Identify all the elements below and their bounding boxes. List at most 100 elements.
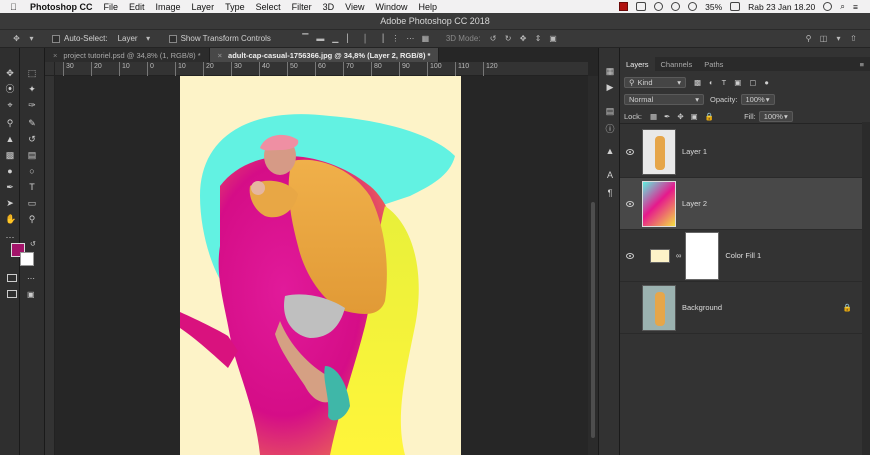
layer-row-layer-1[interactable]: Layer 1 — [620, 126, 862, 178]
marquee-tool-icon[interactable]: ⬚ — [27, 68, 37, 78]
3d-roll-icon[interactable]: ↻ — [504, 34, 513, 43]
menu-view[interactable]: View — [345, 2, 364, 12]
spotlight-icon[interactable]: ⌕ — [840, 1, 845, 12]
filter-toggle-icon[interactable]: ● — [764, 78, 769, 87]
lock-all-icon[interactable]: 🔒 — [705, 112, 714, 121]
menu-window[interactable]: Window — [375, 2, 407, 12]
menu-layer[interactable]: Layer — [192, 2, 215, 12]
layer-row-layer-2[interactable]: Layer 2 — [620, 178, 862, 230]
workspace-icon[interactable]: ◫ — [819, 34, 828, 43]
menu-help[interactable]: Help — [418, 2, 437, 12]
tab-adult-cap-casual[interactable]: × adult-cap-casual-1756366.jpg @ 34,8% (… — [209, 48, 440, 62]
battery-icon[interactable] — [730, 2, 741, 11]
layer-row-background[interactable]: Background 🔒 — [620, 282, 862, 334]
menu-image[interactable]: Image — [156, 2, 181, 12]
actions-panel-icon[interactable]: ▶ — [605, 82, 615, 92]
lock-position-icon[interactable]: ✥ — [677, 112, 683, 121]
eraser-tool-icon[interactable]: ▩ — [5, 150, 15, 160]
distribute-h-icon[interactable]: ⋯ — [406, 34, 415, 43]
blend-mode-dropdown[interactable]: Normal ▾ — [624, 94, 704, 105]
align-hcenter-icon[interactable]: │ — [361, 34, 370, 43]
3d-slide-icon[interactable]: ⇕ — [534, 34, 543, 43]
menu-file[interactable]: File — [104, 2, 119, 12]
chevron-down-icon[interactable]: ▾ — [834, 34, 843, 43]
tab-project-tutoriel[interactable]: × project tutoriel.psd @ 34,8% (1, RGB/8… — [45, 48, 210, 62]
smart-filter-icon[interactable]: ▢ — [749, 78, 756, 87]
align-bottom-icon[interactable]: ▁ — [331, 34, 340, 43]
frame-icon[interactable]: ▣ — [27, 290, 35, 299]
distribute-icon[interactable]: ⋮ — [391, 34, 400, 43]
shape-tool-icon[interactable]: ▭ — [27, 198, 37, 208]
tab-layers[interactable]: Layers — [620, 57, 655, 71]
layer-name[interactable]: Color Fill 1 — [725, 251, 761, 260]
close-icon[interactable]: × — [53, 51, 57, 60]
kind-filter-dropdown[interactable]: ⚲ Kind ▾ — [624, 77, 686, 88]
visibility-eye-icon[interactable] — [626, 148, 634, 155]
path-select-tool-icon[interactable]: ➤ — [5, 198, 15, 208]
fill-input[interactable]: 100% ▾ — [758, 111, 793, 122]
auto-align-icon[interactable]: ▦ — [421, 34, 430, 43]
history-panel-icon[interactable]: ▦ — [605, 66, 615, 76]
character-panel-icon[interactable]: A — [605, 170, 615, 180]
3d-orbit-icon[interactable]: ↺ — [489, 34, 498, 43]
close-icon[interactable]: × — [218, 51, 222, 60]
history-brush-tool-icon[interactable]: ↺ — [27, 134, 37, 144]
move-tool-preset-icon[interactable]: ✥ — [12, 34, 21, 43]
dropbox-icon[interactable] — [636, 2, 647, 11]
clock[interactable]: Rab 23 Jan 18.20 — [748, 2, 815, 12]
blur-tool-icon[interactable]: ● — [5, 166, 15, 176]
visibility-eye-icon[interactable] — [626, 200, 634, 207]
timemachine-icon[interactable] — [654, 2, 664, 11]
dodge-tool-icon[interactable]: ○ — [27, 166, 37, 176]
menu-edit[interactable]: Edit — [129, 2, 145, 12]
chevron-down-icon[interactable]: ▾ — [27, 34, 36, 43]
zoom-tool-icon[interactable]: ⚲ — [27, 214, 37, 224]
3d-scale-icon[interactable]: ▣ — [549, 34, 558, 43]
screen-mode-icon[interactable] — [7, 290, 17, 298]
show-transform-checkbox[interactable] — [168, 34, 177, 43]
tab-channels[interactable]: Channels — [655, 57, 699, 71]
search-icon[interactable]: ⚲ — [804, 34, 813, 43]
layer-name[interactable]: Background — [682, 303, 722, 312]
lasso-tool-icon[interactable]: ⦿ — [5, 84, 15, 94]
dropdown-chevron-icon[interactable]: ▾ — [144, 34, 153, 43]
lock-image-icon[interactable]: ✒ — [664, 112, 670, 121]
shape-filter-icon[interactable]: ▣ — [734, 78, 741, 87]
recording-status-icon[interactable] — [619, 2, 629, 11]
canvas-vertical-scrollbar[interactable] — [588, 76, 598, 455]
swap-colors-icon[interactable]: ↺ — [30, 240, 36, 248]
align-top-icon[interactable]: ▔ — [301, 34, 310, 43]
move-tool-icon[interactable]: ✥ — [5, 68, 15, 78]
align-right-icon[interactable]: ▕ — [376, 34, 385, 43]
scrollbar-thumb[interactable] — [591, 202, 595, 438]
edit-toolbar-icon[interactable]: ⋯ — [27, 274, 35, 283]
battery-percent[interactable]: 35% — [705, 2, 722, 12]
lock-artboard-icon[interactable]: ▣ — [691, 112, 698, 121]
magic-wand-tool-icon[interactable]: ✦ — [27, 84, 37, 94]
layer-mask-thumbnail[interactable] — [685, 231, 720, 280]
menu-type[interactable]: Type — [225, 2, 245, 12]
visibility-eye-icon[interactable] — [626, 252, 634, 259]
menu-select[interactable]: Select — [256, 2, 281, 12]
layer-row-color-fill-1[interactable]: ∞ Color Fill 1 — [620, 230, 862, 282]
eyedropper-tool-icon[interactable]: ✑ — [27, 100, 37, 110]
background-color-swatch[interactable] — [20, 252, 34, 266]
tab-paths[interactable]: Paths — [698, 57, 729, 71]
share-icon[interactable]: ⇧ — [849, 34, 858, 43]
layer-name[interactable]: Layer 2 — [682, 199, 707, 208]
adjustments-panel-icon[interactable]: ▤ — [605, 106, 615, 116]
user-icon[interactable] — [823, 2, 833, 11]
stamp-panel-icon[interactable]: ▲ — [605, 146, 615, 156]
more-tools-icon[interactable]: ⋯ — [5, 232, 15, 242]
align-vcenter-icon[interactable]: ▬ — [316, 34, 325, 43]
document-canvas[interactable] — [180, 76, 461, 455]
app-menu[interactable]: Photoshop CC — [30, 2, 93, 12]
lock-transparent-icon[interactable]: ▦ — [650, 112, 657, 121]
type-filter-icon[interactable]: T — [722, 78, 727, 87]
paragraph-panel-icon[interactable]: ¶ — [605, 188, 615, 198]
info-panel-icon[interactable]: ⓘ — [605, 124, 615, 134]
opacity-input[interactable]: 100% ▾ — [740, 94, 775, 105]
apple-icon[interactable]:  — [10, 2, 20, 12]
brush-tool-icon[interactable]: ✎ — [27, 118, 37, 128]
gradient-tool-icon[interactable]: ▤ — [27, 150, 37, 160]
